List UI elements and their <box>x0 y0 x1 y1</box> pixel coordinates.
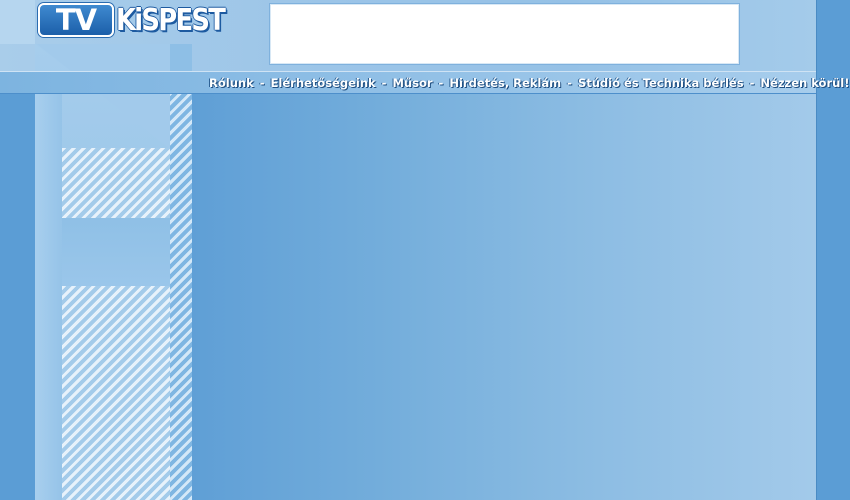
nav-link-studio-technika-berles[interactable]: Stúdió és Technika bérlés <box>578 76 744 90</box>
left-stripe-panel-upper <box>62 148 170 218</box>
nav-link-musor[interactable]: Műsor <box>392 76 432 90</box>
nav-separator: - <box>749 76 755 90</box>
nav-link-elerhetosegeink[interactable]: Elérhetőségeink <box>271 76 376 90</box>
left-stripe-panel-lower <box>62 286 170 500</box>
main-navigation: Rólunk - Elérhetőségeink - Műsor - Hirde… <box>0 71 850 94</box>
banner-ad[interactable] <box>269 3 740 65</box>
logo-tv-icon: TV <box>38 3 114 37</box>
main-content <box>192 94 816 500</box>
left-diagonal-accent <box>35 44 170 150</box>
header-corner <box>0 0 35 44</box>
nav-link-rolunk[interactable]: Rólunk <box>209 76 254 90</box>
site-logo[interactable]: TV KiSPEST <box>38 3 230 39</box>
left-stripe-bar <box>170 72 192 500</box>
nav-link-hirdetes-reklam[interactable]: Hirdetés, Reklám <box>449 76 561 90</box>
nav-separator: - <box>259 76 265 90</box>
nav-separator: - <box>381 76 387 90</box>
nav-separator: - <box>567 76 572 90</box>
nav-separator: - <box>438 76 444 90</box>
nav-items: Rólunk - Elérhetőségeink - Műsor - Hirde… <box>209 74 850 92</box>
left-gap-band <box>62 218 170 286</box>
logo-name: KiSPEST <box>116 3 226 38</box>
nav-link-nezzen-korul[interactable]: Nézzen körül! <box>760 76 849 90</box>
left-inner-edge <box>35 94 62 500</box>
